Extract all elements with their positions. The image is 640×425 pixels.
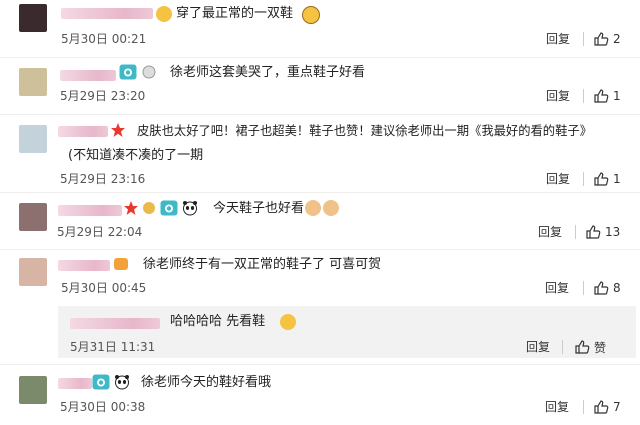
comment-item: 今天鞋子也好看 5月29日 22:04 回复 13 [0,193,640,249]
camera-badge-icon [92,374,110,390]
like-count: 8 [613,281,621,295]
red-star-icon [110,122,126,138]
thumbs-up-icon [593,171,609,187]
thumbs-up-icon [593,31,609,47]
doge-emoji-icon [323,200,339,216]
timestamp: 5月31日 11:31 [70,340,156,354]
reply-button[interactable]: 回复 [546,32,570,46]
reply-button[interactable]: 回复 [545,281,569,295]
avatar[interactable] [19,4,47,32]
like-count: 1 [613,89,621,103]
avatar[interactable] [19,68,47,96]
comment-item: 徐老师今天的鞋好看哦 5月30日 00:38 回复 7 [0,365,640,425]
vip-badge-icon [114,258,128,270]
like-button[interactable]: 1 [593,88,621,104]
thumbs-up-icon [593,88,609,104]
comment-text: 皮肤也太好了吧！裙子也超美！鞋子也赞！建议徐老师出一期《我最好的看的鞋子》 [137,124,592,138]
timestamp: 5月29日 22:04 [57,225,143,239]
medal-icon [142,65,156,79]
like-count: 1 [613,172,621,186]
username[interactable] [60,70,116,81]
timestamp: 5月30日 00:38 [60,400,146,414]
username[interactable] [58,126,108,137]
divider [562,340,563,354]
reply-text: 哈哈哈哈 先看鞋 [170,314,266,329]
timestamp: 5月29日 23:16 [60,172,146,186]
comment-item: 徐老师这套美哭了，重点鞋子好看 5月29日 23:20 回复 1 [0,58,640,114]
crown-icon [143,202,155,214]
comment-text-continued: (不知道凑不凑的了一期 [68,148,204,163]
like-label: 赞 [594,340,607,355]
reply-button[interactable]: 回复 [546,172,570,186]
like-button[interactable]: 7 [593,399,621,415]
divider [583,400,584,414]
thumbs-up-icon [574,339,590,355]
like-button[interactable]: 2 [593,31,621,47]
camera-badge-icon [119,64,137,80]
avatar[interactable] [19,125,47,153]
reply-button[interactable]: 回复 [545,400,569,414]
red-star-icon [123,200,139,216]
sub-reply: 哈哈哈哈 先看鞋 5月31日 11:31 回复 赞 [58,306,636,358]
reply-button[interactable]: 回复 [546,89,570,103]
thumbs-up-icon [585,224,601,240]
reply-button[interactable]: 回复 [526,340,550,354]
divider [583,89,584,103]
panda-icon [114,374,130,390]
comment-text: 今天鞋子也好看 [213,201,305,216]
comment-text: 徐老师终于有一双正常的鞋子了 可喜可贺 [143,257,382,272]
divider [583,32,584,46]
comment-item: 皮肤也太好了吧！裙子也超美！鞋子也赞！建议徐老师出一期《我最好的看的鞋子》 (不… [0,115,640,192]
like-button[interactable]: 8 [593,280,621,296]
camera-badge-icon [160,200,178,216]
panda-icon [182,200,198,216]
comment-item: 穿了最正常的一双鞋 5月30日 00:21 回复 2 [0,0,640,57]
like-count: 13 [605,225,621,239]
divider [583,281,584,295]
comment-text: 徐老师今天的鞋好看哦 [141,375,272,390]
thumbs-up-icon [593,399,609,415]
username[interactable] [61,8,153,19]
like-button[interactable]: 13 [585,224,620,240]
doge-emoji-icon [305,200,321,216]
laugh-emoji-icon [280,314,296,330]
avatar[interactable] [19,258,47,286]
like-button[interactable]: 1 [593,171,621,187]
avatar[interactable] [19,376,47,404]
username[interactable] [58,260,110,271]
reply-button[interactable]: 回复 [538,225,562,239]
timestamp: 5月30日 00:45 [61,281,147,295]
username[interactable] [58,205,122,216]
comment-text: 穿了最正常的一双鞋 [176,6,294,21]
grin-emoji-icon [156,6,172,22]
glasses-emoji-icon [302,6,320,24]
username[interactable] [70,318,160,329]
timestamp: 5月30日 00:21 [61,32,147,46]
thumbs-up-icon [593,280,609,296]
divider [583,172,584,186]
comment-text: 徐老师这套美哭了，重点鞋子好看 [170,65,366,80]
like-count: 7 [613,400,621,414]
timestamp: 5月29日 23:20 [60,89,146,103]
like-button[interactable]: 赞 [574,339,606,355]
like-count: 2 [613,32,621,46]
divider [575,225,576,239]
username[interactable] [58,378,92,389]
avatar[interactable] [19,203,47,231]
